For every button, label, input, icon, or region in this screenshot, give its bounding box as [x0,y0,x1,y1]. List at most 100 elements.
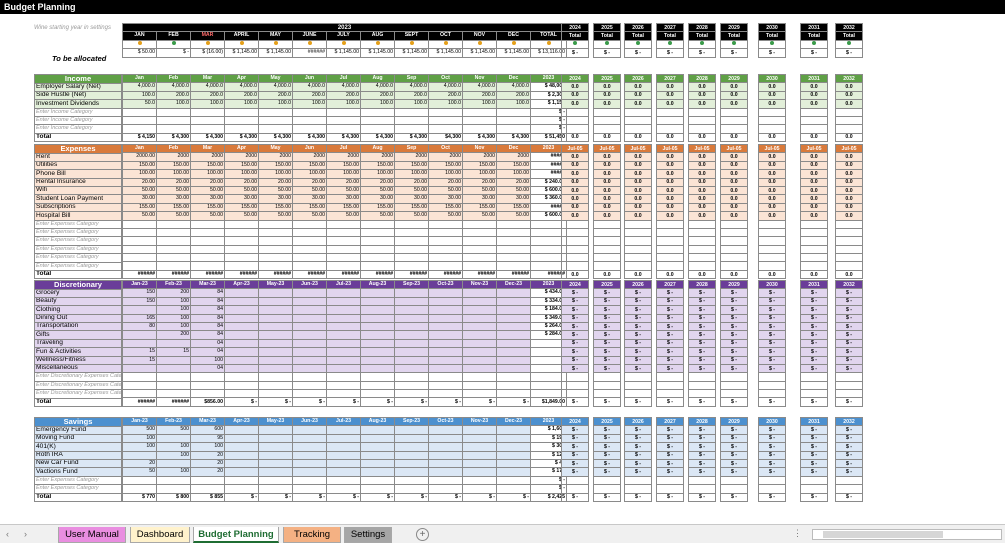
expenses-future-cell[interactable]: 0.0 [624,185,652,196]
expenses-cell[interactable]: 50.00 [462,185,497,196]
expenses-future-cell[interactable]: 0.0 [593,185,621,196]
savings-cell[interactable]: 20 [122,458,157,469]
expenses-future-cell[interactable] [835,219,863,229]
discretionary-cell[interactable]: 100 [156,321,191,332]
expenses-cell[interactable] [326,261,361,271]
discretionary-cell[interactable] [428,288,463,298]
expenses-cell[interactable]: 155.00 [326,202,361,213]
discretionary-cell[interactable] [258,363,293,374]
discretionary-future-cell[interactable]: $ - [561,330,589,340]
expenses-cell[interactable]: 20.00 [428,177,463,187]
expenses-cell[interactable]: 100.00 [190,169,225,179]
expenses-cell[interactable] [394,227,429,238]
expenses-future-cell[interactable] [720,244,748,255]
discretionary-cell[interactable] [394,288,429,298]
income-cell[interactable] [394,107,429,117]
savings-future-cell[interactable]: $ - [656,458,684,469]
savings-cell[interactable] [462,467,497,477]
discretionary-total-cell[interactable]: ###### [122,397,157,407]
expenses-cell[interactable]: 2000 [360,152,395,162]
discretionary-cell[interactable]: 100 [190,355,225,365]
discretionary-future-cell[interactable]: $ - [656,330,684,340]
discretionary-cell[interactable] [394,313,429,323]
savings-cell[interactable] [326,442,361,452]
savings-cell[interactable] [394,458,429,469]
savings-cell[interactable] [122,475,157,486]
expenses-cell[interactable]: 155.00 [292,202,327,213]
expenses-future-cell[interactable]: 0.0 [624,177,652,187]
savings-future-cell[interactable] [656,475,684,486]
discretionary-cell[interactable] [326,389,361,399]
expenses-future-cell[interactable]: 0.0 [835,160,863,171]
future-allocated[interactable]: $ - [758,48,786,58]
discretionary-cell[interactable]: 04 [190,347,225,357]
discretionary-future-cell[interactable]: $ - [656,338,684,349]
expenses-cell[interactable]: 155.00 [360,202,395,213]
savings-future-cell[interactable]: $ - [720,458,748,469]
savings-future-cell[interactable] [624,484,652,494]
discretionary-total-cell[interactable]: ###### [156,397,191,407]
savings-cell[interactable] [224,425,259,435]
discretionary-cell[interactable] [428,338,463,349]
future-allocated[interactable]: $ - [656,48,684,58]
discretionary-cell[interactable] [122,330,157,340]
expenses-future-cell[interactable]: 0.0 [624,211,652,221]
to-be-allocated-cell[interactable]: $ (16.00) [190,48,225,58]
discretionary-cell[interactable]: 100 [156,305,191,315]
expenses-row-label[interactable]: Enter Expenses Category [34,227,122,238]
expenses-cell[interactable]: 30.00 [258,194,293,204]
savings-future-cell[interactable]: $ - [800,467,828,477]
income-total-cell[interactable]: $ 4,300 [224,132,259,143]
discretionary-cell[interactable]: 100 [156,313,191,323]
expenses-future-cell[interactable] [688,261,716,271]
expenses-future-cell[interactable] [758,227,786,238]
savings-future-cell[interactable] [593,475,621,486]
sheet-tab-user-manual[interactable]: User Manual [58,527,126,543]
expenses-cell[interactable] [496,253,531,263]
future-allocated[interactable]: $ - [688,48,716,58]
discretionary-cell[interactable]: 04 [190,363,225,374]
to-be-allocated-cell[interactable]: $ 1,145.00 [496,48,531,58]
savings-row-label[interactable]: Enter Expenses Category [34,484,122,494]
expenses-cell[interactable] [122,227,157,238]
expenses-cell[interactable]: 50.00 [190,211,225,221]
expenses-cell[interactable]: 50.00 [428,185,463,196]
income-future-cell[interactable] [593,115,621,126]
expenses-cell[interactable]: 50.00 [258,185,293,196]
expenses-future-cell[interactable] [800,227,828,238]
expenses-cell[interactable]: 100.00 [292,169,327,179]
discretionary-future-cell[interactable]: $ - [758,305,786,315]
discretionary-future-cell[interactable]: $ - [624,338,652,349]
discretionary-row-label[interactable]: Enter Discretionary Expenses Category [34,380,122,391]
expenses-cell[interactable] [224,227,259,238]
savings-cell[interactable] [462,433,497,444]
income-future-total[interactable]: 0.0 [561,132,589,143]
savings-future-cell[interactable]: $ - [835,467,863,477]
expenses-future-cell[interactable]: 0.0 [561,211,589,221]
savings-future-total[interactable]: $ - [800,492,828,502]
discretionary-future-cell[interactable]: $ - [688,296,716,307]
discretionary-cell[interactable] [326,321,361,332]
expenses-cell[interactable] [462,227,497,238]
discretionary-future-cell[interactable]: $ - [835,296,863,307]
discretionary-cell[interactable] [394,355,429,365]
income-future-cell[interactable] [720,124,748,134]
savings-total-cell[interactable]: $ - [428,492,463,502]
expenses-future-cell[interactable]: 0.0 [561,194,589,204]
expenses-cell[interactable]: 150.00 [496,160,531,171]
savings-cell[interactable] [224,484,259,494]
income-total-cell[interactable]: $ 4,300 [360,132,395,143]
savings-future-cell[interactable]: $ - [720,425,748,435]
savings-cell[interactable] [258,450,293,460]
future-allocated[interactable]: $ - [720,48,748,58]
income-cell[interactable]: 4,000.0 [496,82,531,92]
discretionary-total-cell[interactable]: $ - [326,397,361,407]
savings-future-cell[interactable]: $ - [800,425,828,435]
discretionary-cell[interactable] [156,338,191,349]
discretionary-future-cell[interactable]: $ - [656,288,684,298]
savings-total-cell[interactable]: $ - [360,492,395,502]
expenses-cell[interactable] [394,253,429,263]
savings-cell[interactable] [224,467,259,477]
expenses-row-label[interactable]: Rent [34,152,122,162]
expenses-future-cell[interactable]: 0.0 [835,194,863,204]
